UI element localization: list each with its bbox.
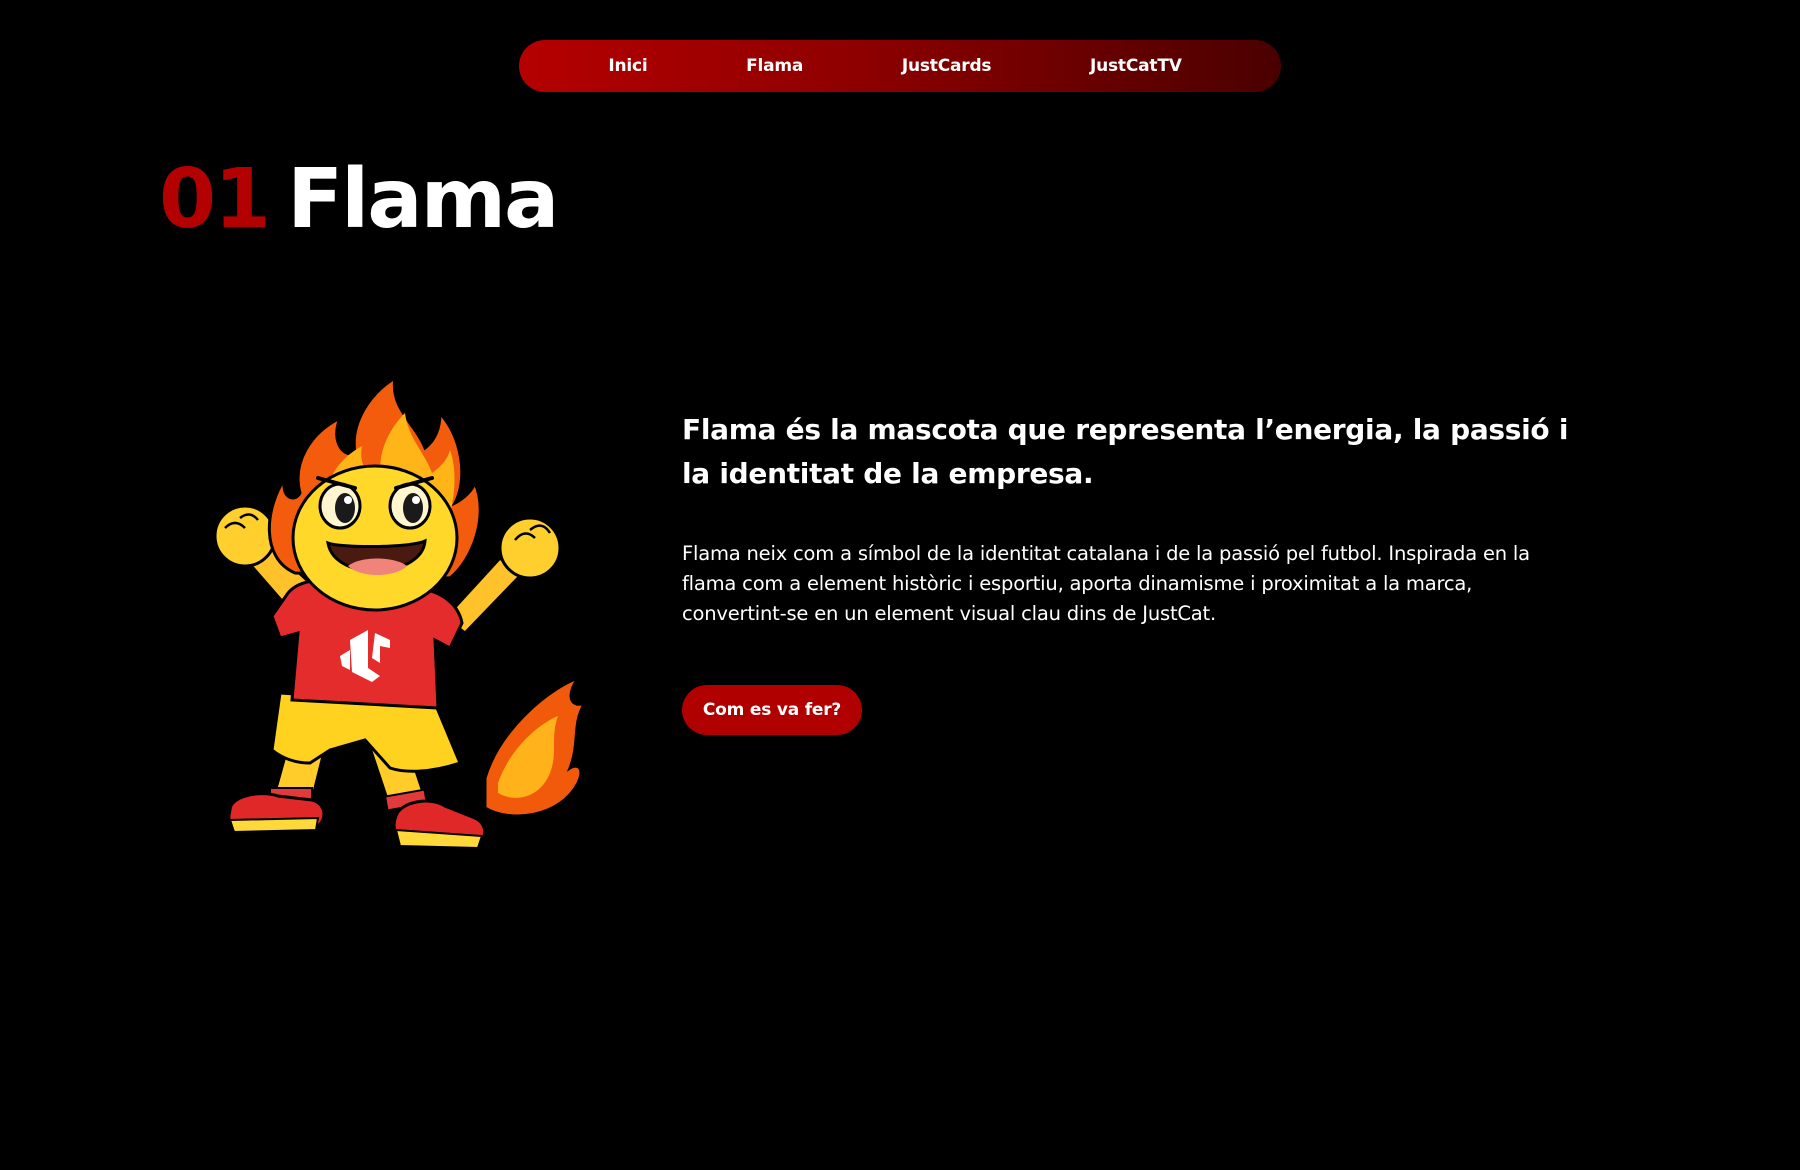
- mascot-description: Flama neix com a símbol de la identitat …: [682, 542, 1530, 625]
- main-nav: Inici Flama JustCards JustCatTV: [519, 40, 1281, 92]
- nav-link-inici[interactable]: Inici: [608, 56, 647, 76]
- how-was-it-made-button[interactable]: Com es va fer?: [682, 685, 862, 735]
- shoes-icon: [227, 792, 487, 850]
- left-fist-icon: [213, 504, 277, 568]
- face-icon: [291, 464, 459, 612]
- nav-link-justcards[interactable]: JustCards: [902, 56, 992, 76]
- tail-flame-icon: [483, 675, 589, 818]
- nav-link-flama[interactable]: Flama: [746, 56, 803, 76]
- page: Inici Flama JustCards JustCatTV 01Flama: [0, 0, 1800, 1170]
- mascot-lead-text: Flama és la mascota que representa l’ene…: [682, 413, 1569, 490]
- section-heading: 01 Flama: [159, 150, 559, 250]
- nav-link-justcattv[interactable]: JustCatTV: [1090, 56, 1182, 76]
- flame-mascot-illustration: [200, 375, 610, 868]
- right-fist-icon: [498, 516, 562, 580]
- section-title: Flama: [287, 152, 559, 247]
- section-number: 01: [159, 152, 271, 247]
